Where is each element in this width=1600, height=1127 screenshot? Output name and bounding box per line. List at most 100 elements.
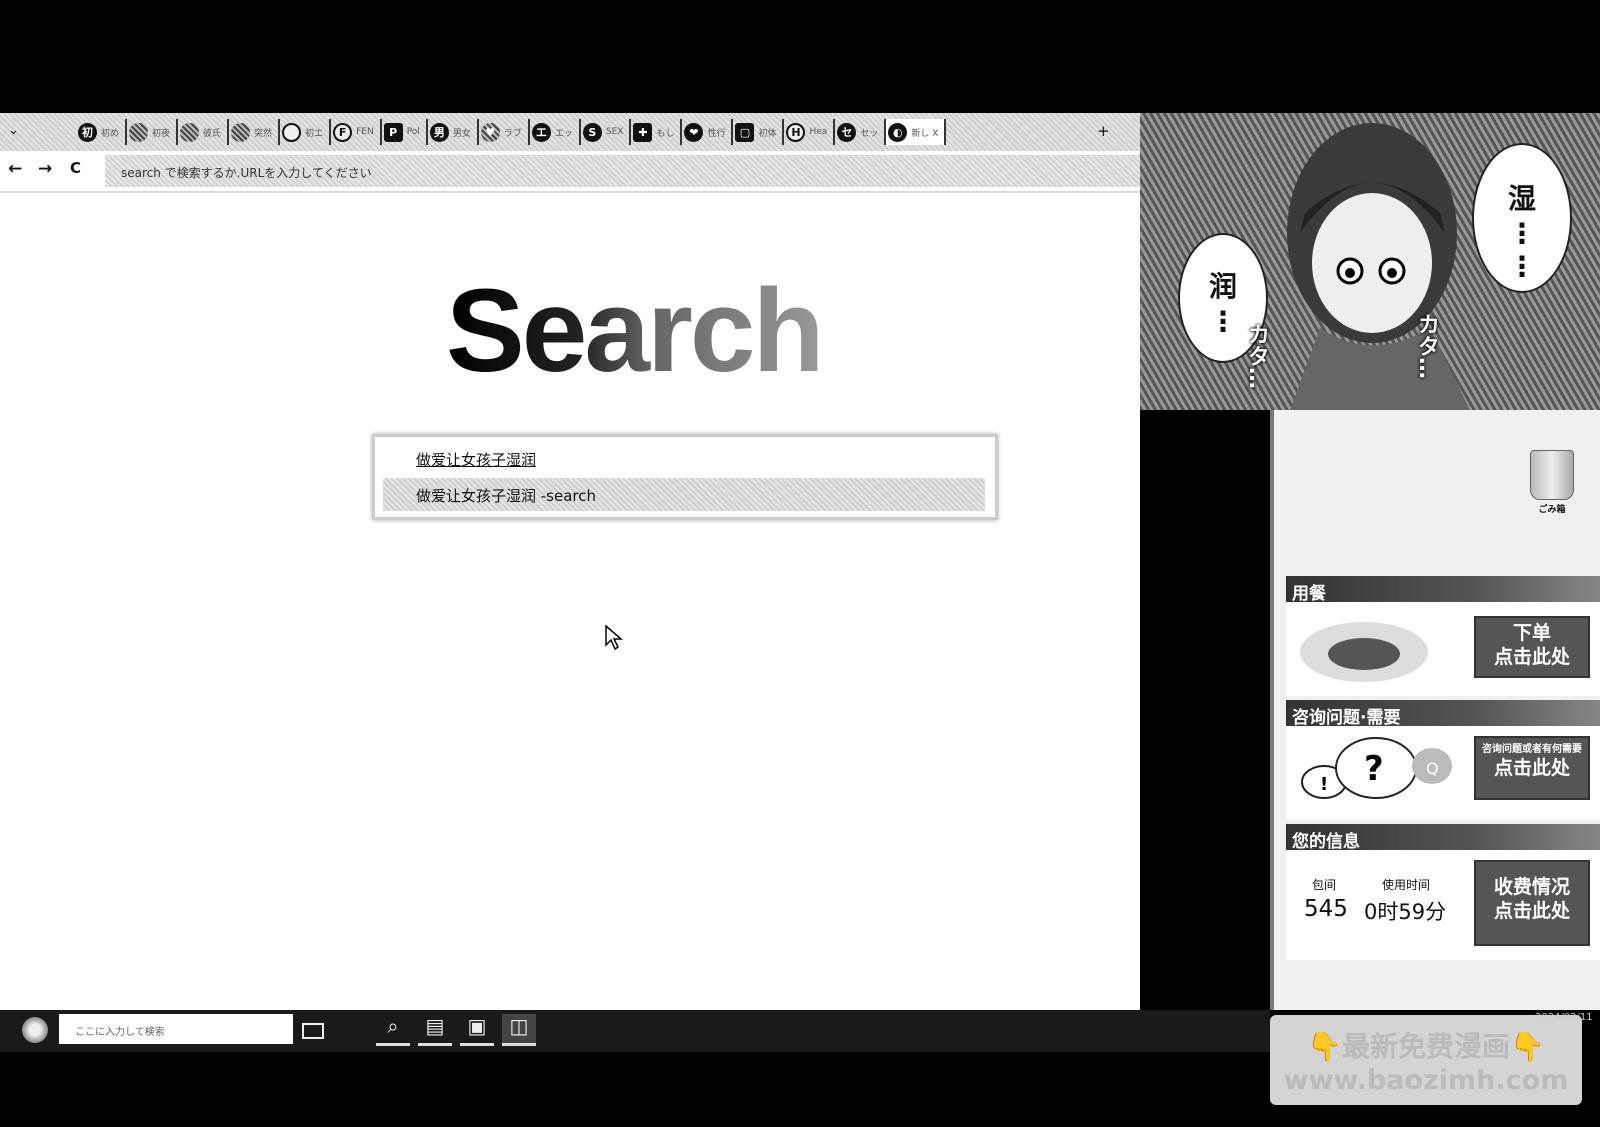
- trash-icon: [1530, 450, 1574, 500]
- suggestion-item[interactable]: 做爱让女孩子湿润 -search: [383, 478, 985, 511]
- browser-tab[interactable]: ❤ 性行: [682, 119, 734, 145]
- browser-tab[interactable]: 男男女: [428, 119, 479, 145]
- sound-effect-left: カタ…: [1244, 323, 1269, 389]
- tab-label: 性行: [707, 128, 726, 139]
- room-label: 包间: [1312, 878, 1337, 892]
- tab-favicon-icon: ♥: [480, 122, 500, 142]
- info-section-title: 您的信息: [1286, 824, 1600, 852]
- tab-favicon-icon: F: [333, 122, 353, 142]
- taskbar-search-app-icon[interactable]: ⌕: [376, 1014, 410, 1046]
- speech-bubble-right: 湿 ⋮ ⋮: [1472, 143, 1572, 293]
- browser-tab[interactable]: 初夜: [127, 119, 179, 145]
- taskbar-search-input[interactable]: ここに入力して検索: [59, 1014, 293, 1044]
- tray-date: 2024/02/11: [1535, 1012, 1593, 1023]
- food-plate-icon: [1300, 622, 1428, 682]
- browser-tab[interactable]: ▢ 初体: [733, 119, 785, 145]
- browser-tab[interactable]: ◐ 新し X: [886, 119, 947, 145]
- tab-favicon-icon: 男: [429, 122, 449, 142]
- billing-button-line1: 收费情况: [1493, 876, 1570, 898]
- side-panel: ごみ箱 用餐 下单 点击此处 咨询问题·需要 ! ? Q 咨询问题或者有何需要 …: [1270, 410, 1600, 1010]
- billing-button[interactable]: 收费情况 点击此处: [1474, 860, 1590, 946]
- tab-strip: 初初め 初夜 彼氏 突然 初エ F FEN P Pol 男男女 ♥ ラブエエッ S SEX ✚ もし ❤ 性行 ▢ 初…: [76, 119, 947, 145]
- new-tab-button[interactable]: +: [1097, 122, 1110, 140]
- tab-label: ラブ: [503, 128, 522, 139]
- bubble-ellipsis: ⋮: [1508, 250, 1536, 283]
- browser-tab[interactable]: エエッ: [530, 119, 581, 145]
- tab-label: Hea: [809, 127, 828, 137]
- browser-tab[interactable]: S SEX: [581, 119, 632, 145]
- address-bar[interactable]: search で検索するか.URLを入力してください: [105, 155, 1140, 187]
- tab-favicon-icon: ◐: [888, 122, 908, 142]
- bubble-ellipsis: ⋮: [1209, 305, 1237, 338]
- tab-label: 初夜: [152, 128, 171, 139]
- tab-favicon-icon: エ: [531, 122, 551, 142]
- browser-tab[interactable]: ♥ ラブ: [479, 119, 530, 145]
- browser-tab[interactable]: 突然: [229, 119, 281, 145]
- info-section: 包间 545 使用时间 0时59分 收费情况 点击此处: [1286, 850, 1600, 960]
- bubble-text: 润: [1208, 270, 1237, 303]
- tab-favicon-icon: P: [383, 122, 403, 142]
- browser-tab[interactable]: P Pol: [382, 119, 428, 145]
- tab-label: 男女: [452, 128, 471, 139]
- sound-effect-right: カタ…: [1414, 313, 1439, 379]
- tab-favicon-icon: ❤: [684, 122, 704, 142]
- billing-button-line2: 点击此处: [1493, 899, 1570, 922]
- taskbar-files-app-icon[interactable]: ▤: [418, 1014, 452, 1046]
- tab-favicon-icon: ▢: [735, 122, 755, 142]
- tab-label: 初体: [758, 128, 777, 139]
- tab-favicon-icon: [282, 122, 302, 142]
- tab-label: セッ: [860, 128, 879, 139]
- browser-tab[interactable]: セセッ: [835, 119, 887, 145]
- browser-tab[interactable]: ✚ もし: [631, 119, 683, 145]
- order-button[interactable]: 下单 点击此处: [1474, 616, 1590, 678]
- tab-favicon-icon: 初: [78, 122, 97, 142]
- watermark-line1: 👇最新免费漫画👇: [1307, 1030, 1545, 1063]
- time-value: 0时59分: [1364, 900, 1447, 924]
- tab-label: エッ: [554, 128, 573, 139]
- tab-favicon-icon: S: [582, 122, 602, 142]
- tab-favicon-icon: [129, 122, 149, 142]
- tab-bar: ⌄ 初初め 初夜 彼氏 突然 初エ F FEN P Pol 男男女 ♥ ラブエエッ S SEX ✚ もし ❤ 性行…: [0, 113, 1140, 151]
- taskbar: ここに入力して検索 ⌕ ▤ ▣ ◫: [0, 1010, 1270, 1052]
- mouse-cursor-icon: [605, 625, 623, 651]
- svg-text:?: ?: [1364, 749, 1384, 789]
- inquiry-section: ! ? Q 咨询问题或者有何需要 点击此处: [1286, 726, 1600, 820]
- tab-list-button[interactable]: ⌄: [8, 123, 19, 138]
- inquiry-button-line2: 点击此处: [1493, 756, 1570, 779]
- tab-label: 初め: [101, 128, 120, 139]
- tab-favicon-icon: [231, 122, 251, 142]
- tab-label: 彼氏: [203, 128, 222, 139]
- browser-tab[interactable]: 彼氏: [178, 119, 230, 145]
- tab-favicon-icon: H: [786, 122, 806, 142]
- order-button-line2: 点击此处: [1493, 645, 1570, 668]
- task-view-icon[interactable]: [302, 1023, 324, 1039]
- room-value: 545: [1304, 896, 1348, 922]
- browser-tab[interactable]: F FEN: [331, 119, 382, 145]
- tab-label: 突然: [254, 128, 273, 139]
- tab-favicon-icon: セ: [837, 122, 857, 142]
- inquiry-button-line1: 咨询问题或者有何需要: [1482, 744, 1582, 755]
- search-query-text[interactable]: 做爱让女孩子湿润: [416, 449, 536, 470]
- browser-toolbar: ← → C search で検索するか.URLを入力してください: [0, 151, 1140, 193]
- forward-button[interactable]: →: [38, 159, 52, 179]
- browser-tab[interactable]: H Hea: [784, 119, 836, 145]
- tab-label: 初エ: [305, 128, 324, 139]
- inquiry-button[interactable]: 咨询问题或者有何需要 点击此处: [1474, 736, 1590, 800]
- browser-window: ⌄ 初初め 初夜 彼氏 突然 初エ F FEN P Pol 男男女 ♥ ラブエエッ S SEX ✚ もし ❤ 性行…: [0, 113, 1140, 1010]
- taskbar-window-app-icon[interactable]: ▣: [460, 1014, 494, 1046]
- browser-tab[interactable]: 初エ: [280, 119, 332, 145]
- reload-button[interactable]: C: [70, 159, 81, 177]
- svg-text:!: !: [1320, 774, 1328, 795]
- trash-desktop-icon[interactable]: ごみ箱: [1522, 450, 1582, 515]
- dining-section: 下单 点击此处: [1286, 602, 1600, 696]
- taskbar-browser-app-icon[interactable]: ◫: [502, 1014, 536, 1046]
- watermark: 👇最新免费漫画👇 www.baozimh.com: [1270, 1015, 1582, 1105]
- tab-label: FEN: [356, 127, 374, 137]
- tab-label: 新し X: [911, 128, 939, 139]
- order-button-line1: 下单: [1512, 622, 1551, 644]
- back-button[interactable]: ←: [8, 159, 22, 179]
- question-bubble-icon: ! ? Q: [1301, 737, 1452, 799]
- start-menu-icon[interactable]: [22, 1017, 48, 1043]
- browser-tab[interactable]: 初初め: [76, 119, 128, 145]
- bubble-text: 湿: [1507, 182, 1536, 215]
